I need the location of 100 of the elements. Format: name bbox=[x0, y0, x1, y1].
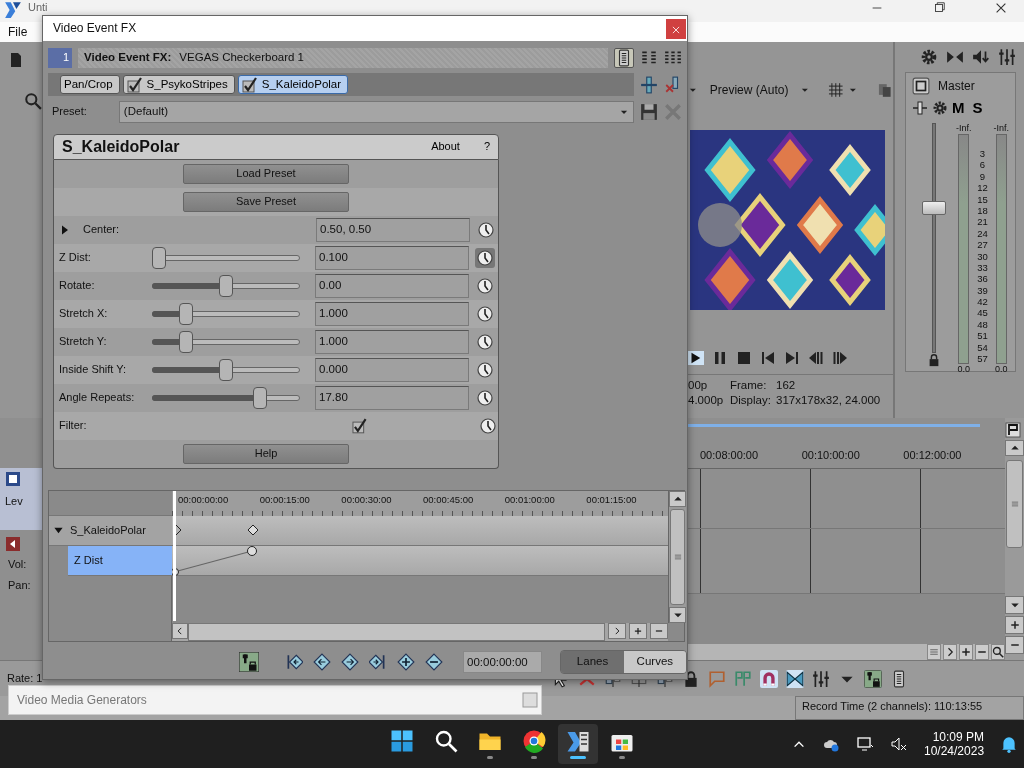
slider-thumb[interactable] bbox=[152, 247, 166, 269]
plugin-tab[interactable]: Pan/Crop bbox=[60, 75, 120, 94]
next-frame-button[interactable] bbox=[832, 350, 848, 366]
previous-frame-button[interactable] bbox=[808, 350, 824, 366]
scroll-down-button[interactable] bbox=[669, 607, 686, 623]
scroll-up-button[interactable] bbox=[1005, 440, 1024, 456]
fader-handle[interactable] bbox=[922, 200, 946, 215]
value-field[interactable]: 1.000 bbox=[315, 302, 469, 326]
lock-icon[interactable] bbox=[682, 669, 700, 688]
volume-muted-icon[interactable] bbox=[890, 736, 908, 752]
stop-button[interactable] bbox=[736, 350, 752, 366]
track-icon[interactable] bbox=[5, 471, 21, 487]
value-field[interactable]: 0.50, 0.50 bbox=[316, 218, 470, 242]
help-button[interactable]: Help bbox=[183, 444, 349, 464]
pause-button[interactable] bbox=[712, 350, 728, 366]
value-field[interactable]: 0.00 bbox=[315, 274, 469, 298]
animate-button[interactable] bbox=[478, 416, 498, 436]
animate-button[interactable] bbox=[475, 388, 495, 408]
zoom-button[interactable] bbox=[991, 644, 1005, 660]
slider-thumb[interactable] bbox=[178, 303, 193, 325]
scroll-left-button[interactable] bbox=[172, 623, 188, 639]
marker-flag-button[interactable] bbox=[1005, 422, 1024, 438]
zoom-out-button[interactable] bbox=[975, 644, 989, 660]
zoom-in-button[interactable] bbox=[959, 644, 973, 660]
first-keyframe-button[interactable] bbox=[285, 653, 303, 671]
time-field[interactable]: 00:00:00:00 bbox=[463, 651, 543, 673]
slider-thumb[interactable] bbox=[219, 359, 233, 381]
view-button[interactable] bbox=[614, 48, 634, 68]
slider-thumb[interactable] bbox=[219, 275, 233, 297]
animate-button[interactable] bbox=[475, 304, 495, 324]
slider[interactable] bbox=[152, 387, 300, 409]
checkbox[interactable] bbox=[241, 76, 258, 93]
animate-button[interactable] bbox=[475, 360, 495, 380]
scroll-thumb[interactable] bbox=[670, 509, 685, 605]
slider[interactable] bbox=[152, 331, 300, 353]
zoom-in-button[interactable] bbox=[1005, 616, 1024, 634]
copy-icon[interactable] bbox=[877, 82, 893, 98]
menu-item[interactable]: File bbox=[8, 24, 28, 40]
lock-group-icon[interactable] bbox=[864, 669, 882, 688]
value-field[interactable]: 1.000 bbox=[315, 330, 469, 354]
plugin-tab[interactable]: S_KaleidoPolar bbox=[237, 75, 349, 94]
magnet-icon[interactable] bbox=[760, 669, 778, 688]
previous-keyframe-button[interactable] bbox=[313, 653, 331, 671]
taskbar-button[interactable] bbox=[558, 724, 598, 764]
next-keyframe-button[interactable] bbox=[341, 653, 359, 671]
zoom-out-button[interactable] bbox=[650, 623, 668, 639]
pan-icon[interactable] bbox=[912, 100, 928, 116]
save-icon[interactable] bbox=[640, 103, 658, 121]
preset-button[interactable]: Save Preset bbox=[183, 192, 349, 212]
mixer-icon[interactable] bbox=[998, 48, 1016, 66]
value-field[interactable]: 0.100 bbox=[315, 246, 469, 270]
previous-button[interactable] bbox=[760, 350, 776, 366]
next-button[interactable] bbox=[784, 350, 800, 366]
settings-icon[interactable] bbox=[920, 48, 938, 66]
view-mode-tab[interactable]: Lanes bbox=[561, 651, 624, 673]
scroll-thumb[interactable] bbox=[188, 623, 605, 641]
scroll-down-button[interactable] bbox=[1005, 596, 1024, 614]
close-button[interactable] bbox=[994, 1, 1008, 15]
search-icon[interactable] bbox=[24, 92, 42, 110]
preset-dropdown[interactable]: (Default) bbox=[118, 101, 634, 123]
track-icon[interactable] bbox=[5, 536, 21, 552]
clock-date[interactable]: 10/24/2023 bbox=[924, 744, 985, 759]
expand-arrow[interactable] bbox=[53, 525, 64, 536]
checkbox[interactable] bbox=[126, 76, 143, 93]
clock-time[interactable]: 10:09 PM bbox=[932, 729, 985, 744]
slider[interactable] bbox=[152, 275, 300, 297]
marker-icon[interactable] bbox=[708, 669, 726, 688]
scroll-right-button[interactable] bbox=[943, 644, 957, 660]
track-row[interactable]: Z Dist bbox=[68, 546, 172, 576]
sync-lock-button[interactable] bbox=[239, 652, 259, 672]
animate-button[interactable] bbox=[475, 248, 495, 268]
slider[interactable] bbox=[152, 247, 300, 269]
scroll-thumb[interactable] bbox=[1006, 460, 1023, 548]
delete-keyframe-button[interactable] bbox=[425, 653, 443, 671]
plugin-tab[interactable]: S_PsykoStripes bbox=[122, 75, 235, 94]
maximize-button[interactable] bbox=[932, 1, 946, 15]
value-field[interactable]: 0.000 bbox=[315, 358, 469, 382]
preset-button[interactable]: Load Preset bbox=[183, 164, 349, 184]
bus-toggle-icon[interactable] bbox=[912, 77, 930, 95]
last-keyframe-button[interactable] bbox=[369, 653, 387, 671]
mute-button[interactable]: M bbox=[952, 99, 965, 117]
zoom-in-button[interactable] bbox=[629, 623, 647, 639]
preview-quality-dropdown[interactable]: Preview (Auto) bbox=[701, 82, 797, 98]
play-button[interactable] bbox=[688, 351, 704, 365]
checkbox[interactable] bbox=[351, 418, 368, 434]
about-link[interactable]: About bbox=[431, 140, 460, 154]
lock-icon[interactable] bbox=[927, 353, 941, 367]
speaker-icon[interactable] bbox=[972, 48, 990, 66]
solo-button[interactable]: S bbox=[972, 99, 983, 117]
document-icon[interactable] bbox=[8, 52, 24, 68]
fx-icon[interactable] bbox=[932, 100, 948, 116]
slider[interactable] bbox=[152, 359, 300, 381]
close-button[interactable] bbox=[666, 18, 686, 39]
help-link[interactable]: ? bbox=[483, 140, 490, 154]
slider-thumb[interactable] bbox=[178, 331, 193, 353]
track-row[interactable]: S_KaleidoPolar bbox=[49, 516, 172, 546]
add-effect-icon[interactable] bbox=[640, 75, 658, 94]
slider[interactable] bbox=[152, 303, 300, 325]
animate-button[interactable] bbox=[475, 332, 495, 352]
animate-button[interactable] bbox=[475, 276, 495, 296]
